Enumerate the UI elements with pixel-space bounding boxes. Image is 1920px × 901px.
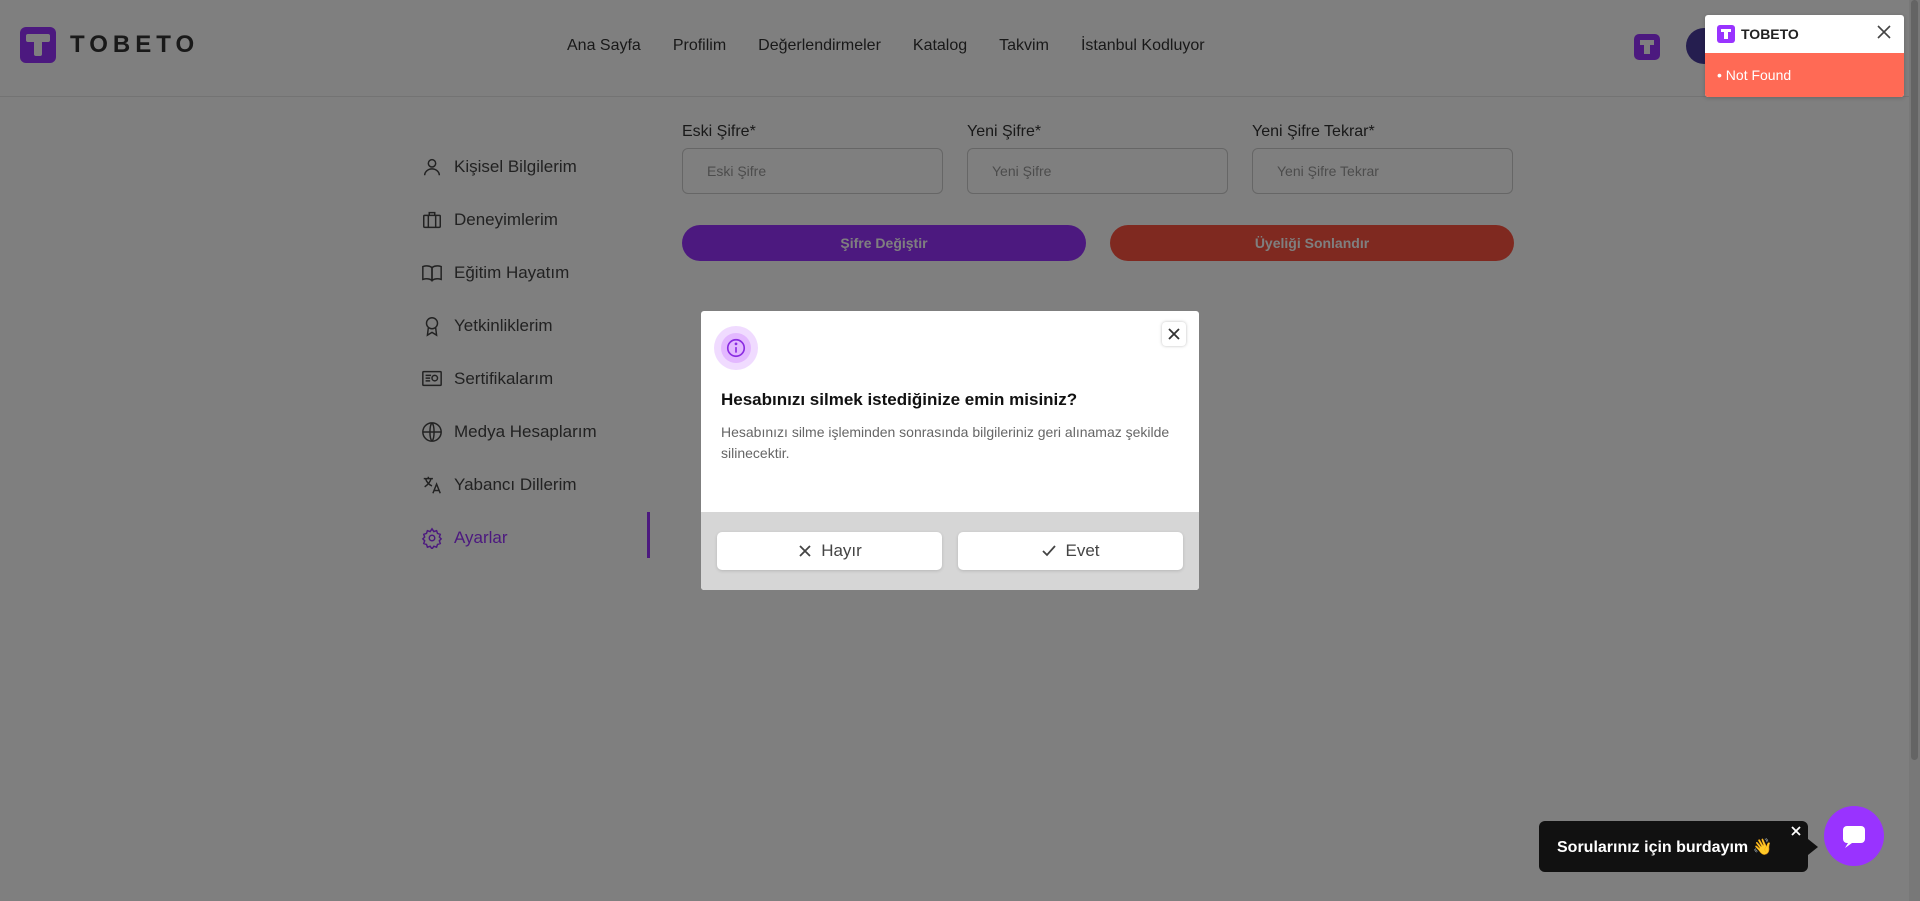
toast-title: TOBETO	[1741, 26, 1799, 42]
yes-button-label: Evet	[1065, 541, 1100, 560]
toast-message: • Not Found	[1705, 53, 1904, 97]
error-toast: TOBETO • Not Found	[1705, 15, 1904, 97]
modal-title: Hesabınızı silmek istediğinize emin misi…	[721, 390, 1078, 409]
no-button-label: Hayır	[821, 541, 862, 560]
confirm-delete-modal: Hesabınızı silmek istediğinize emin misi…	[701, 311, 1199, 590]
modal-message: Hesabınızı silme işleminden sonrasında b…	[721, 424, 1170, 461]
yes-button[interactable]: Evet	[958, 532, 1183, 570]
close-icon	[1168, 328, 1180, 340]
toast-header: TOBETO	[1705, 15, 1904, 53]
modal-footer: Hayır Evet	[701, 512, 1199, 590]
check-icon	[1042, 545, 1057, 557]
chat-greeting-bubble[interactable]: Sorularınız için burdayım 👋	[1539, 821, 1818, 872]
close-icon	[1791, 826, 1801, 836]
info-icon	[721, 333, 751, 363]
chat-launcher-button[interactable]	[1824, 806, 1884, 866]
modal-info-badge	[714, 326, 758, 370]
no-button[interactable]: Hayır	[717, 532, 942, 570]
chat-icon	[1843, 826, 1865, 848]
modal-close-button[interactable]	[1162, 322, 1186, 346]
page: TOBETO Ana Sayfa Profilim Değerlendirmel…	[0, 0, 1920, 901]
chat-bubble-close-button[interactable]	[1790, 824, 1804, 838]
close-icon	[799, 545, 811, 557]
toast-close-button[interactable]	[1876, 24, 1896, 44]
close-icon	[1877, 25, 1891, 39]
tobeto-logo-icon	[1717, 25, 1735, 43]
